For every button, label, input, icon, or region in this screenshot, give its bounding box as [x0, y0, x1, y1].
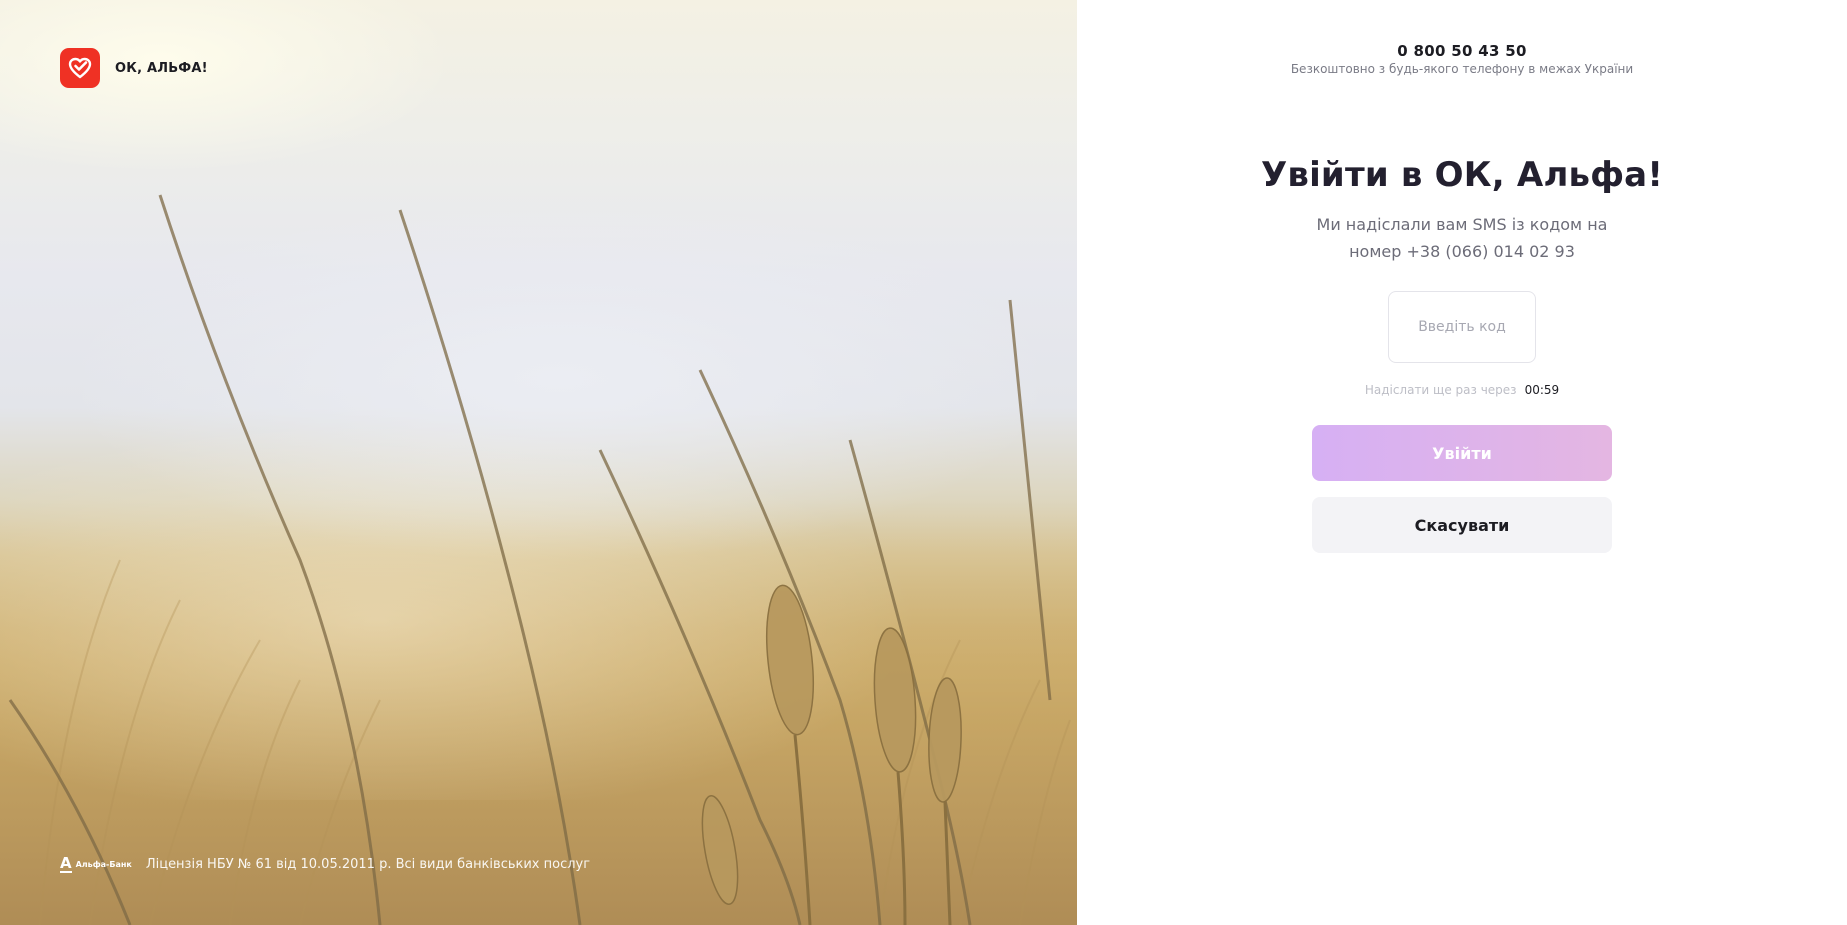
hotline-contact: 0 800 50 43 50 Безкоштовно з будь-якого …: [1077, 42, 1847, 76]
alfa-bank-logo: А Альфа-Банк: [60, 856, 132, 873]
license-footer: А Альфа-Банк Ліцензія НБУ № 61 від 10.05…: [60, 856, 590, 873]
login-panel: 0 800 50 43 50 Безкоштовно з будь-якого …: [1077, 0, 1847, 925]
alfa-bank-logo-name: Альфа-Банк: [75, 860, 132, 869]
brand-name: ОК, АЛЬФА!: [115, 60, 208, 76]
cancel-button[interactable]: Скасувати: [1312, 497, 1612, 553]
hotline-note: Безкоштовно з будь-якого телефону в межа…: [1290, 62, 1634, 76]
hero-wheat-image: ОК, АЛЬФА! А Альфа-Банк Ліцензія НБУ № 6…: [0, 0, 1077, 925]
sms-sent-message: Ми надіслали вам SMS із кодом на номер +…: [1316, 215, 1608, 261]
checkmark-heart-icon: [60, 48, 100, 88]
resend-countdown: Надіслати ще раз через 00:59: [1365, 383, 1559, 397]
resend-timer: 00:59: [1524, 383, 1560, 397]
login-button[interactable]: Увійти: [1312, 425, 1612, 481]
license-text: Ліцензія НБУ № 61 від 10.05.2011 р. Всі …: [145, 857, 591, 872]
page-title: Увійти в ОК, Альфа!: [1260, 155, 1664, 195]
brand-logo[interactable]: ОК, АЛЬФА!: [60, 48, 208, 88]
login-page: ОК, АЛЬФА! А Альфа-Банк Ліцензія НБУ № 6…: [0, 0, 1847, 925]
sms-code-input[interactable]: [1388, 291, 1536, 363]
hotline-phone[interactable]: 0 800 50 43 50: [1077, 42, 1847, 60]
alfa-bank-logo-letter: А: [60, 854, 72, 873]
resend-label: Надіслати ще раз через: [1364, 383, 1517, 397]
sms-code-form: Увійти в ОК, Альфа! Ми надіслали вам SMS…: [1077, 155, 1847, 553]
wheat-field-illustration: [0, 194, 1077, 925]
